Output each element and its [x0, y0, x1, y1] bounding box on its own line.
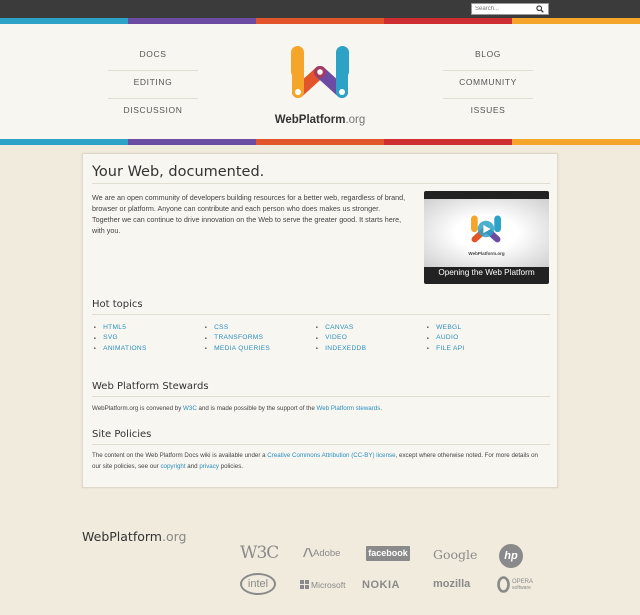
nav-editing[interactable]: EDITING [108, 71, 198, 99]
sponsor-adobe-logo[interactable]: Adobe [303, 548, 340, 559]
video-screen: WebPlatform.org [424, 199, 549, 267]
cc-license-link[interactable]: Creative Commons Attribution (CC-BY) lic… [267, 452, 395, 459]
brand-name[interactable]: WebPlatform.org [265, 114, 375, 126]
sponsor-facebook-logo[interactable]: facebook [366, 546, 410, 561]
sponsor-hp-logo[interactable]: hp [499, 544, 523, 568]
site-logo[interactable] [282, 42, 358, 106]
video-brand: WebPlatform.org [468, 251, 505, 256]
sponsor-google-logo[interactable]: Google [433, 547, 477, 562]
nav-discussion[interactable]: DISCUSSION [108, 99, 198, 127]
w3c-link[interactable]: W3C [183, 405, 197, 412]
sponsor-mozilla-logo[interactable]: mozilla [433, 578, 470, 590]
topic-link[interactable]: WEBGL [425, 322, 535, 333]
sponsor-nokia-logo[interactable]: NOKIA [362, 579, 400, 591]
policies-heading: Site Policies [92, 429, 152, 440]
adobe-icon [303, 548, 313, 557]
divider [92, 314, 550, 315]
nav-left: DOCS EDITING DISCUSSION [108, 43, 198, 127]
footer-brand[interactable]: WebPlatform.org [82, 529, 186, 544]
sponsor-intel-logo[interactable]: intel [240, 573, 276, 595]
search-icon [536, 5, 544, 13]
copyright-link[interactable]: copyright [160, 463, 185, 470]
stewards-link[interactable]: Web Platform stewards [316, 405, 380, 412]
video-logo-icon [471, 215, 501, 243]
color-stripe-bottom [0, 139, 640, 145]
topic-link[interactable]: ANIMATIONS [92, 343, 202, 354]
video-caption: Opening the Web Platform [438, 268, 535, 277]
opera-icon [497, 576, 510, 593]
topic-link[interactable]: HTML5 [92, 322, 202, 333]
stewards-text: WebPlatform.org is convened by W3C and i… [92, 405, 383, 412]
topic-link[interactable]: INDEXEDDB [314, 343, 424, 354]
search-box [471, 3, 549, 15]
topics-column-4: WEBGL AUDIO FILE API [425, 322, 535, 354]
nav-community[interactable]: COMMUNITY [443, 71, 533, 99]
topic-link[interactable]: AUDIO [425, 333, 535, 344]
intro-video[interactable]: WebPlatform.org Opening the Web Platform [424, 191, 549, 284]
divider [92, 183, 550, 184]
topic-link[interactable]: VIDEO [314, 333, 424, 344]
topic-link[interactable]: MEDIA QUERIES [203, 343, 313, 354]
topic-link[interactable]: SVG [92, 333, 202, 344]
webplatform-logo-icon [291, 46, 349, 98]
search-button[interactable] [534, 4, 546, 14]
topics-column-3: CANVAS VIDEO INDEXEDDB [314, 322, 424, 354]
intro-paragraph: We are an open community of developers b… [92, 193, 406, 235]
top-bar [0, 0, 640, 18]
nav-docs[interactable]: DOCS [108, 43, 198, 71]
site-header: DOCS EDITING DISCUSSION WebPlatform.org … [0, 24, 640, 139]
divider [92, 396, 550, 397]
topics-column-2: CSS TRANSFORMS MEDIA QUERIES [203, 322, 313, 354]
topic-link[interactable]: CSS [203, 322, 313, 333]
policies-text: The content on the Web Platform Docs wik… [92, 452, 538, 470]
sponsor-microsoft-logo[interactable]: Microsoft [300, 580, 345, 590]
hot-topics-heading: Hot topics [92, 299, 143, 310]
topics-column-1: HTML5 SVG ANIMATIONS [92, 322, 202, 354]
search-input[interactable] [472, 4, 534, 14]
privacy-link[interactable]: privacy [199, 463, 219, 470]
topic-link[interactable]: CANVAS [314, 322, 424, 333]
nav-blog[interactable]: BLOG [443, 43, 533, 71]
sponsor-w3c-logo[interactable]: W3C [240, 543, 279, 563]
sponsor-opera-logo[interactable]: OPERA software [497, 576, 533, 593]
nav-issues[interactable]: ISSUES [443, 99, 533, 127]
windows-icon [300, 580, 309, 589]
topic-link[interactable]: FILE API [425, 343, 535, 354]
page-title: Your Web, documented. [92, 164, 265, 180]
main-content: Your Web, documented. We are an open com… [82, 153, 558, 488]
stewards-heading: Web Platform Stewards [92, 381, 209, 392]
topic-link[interactable]: TRANSFORMS [203, 333, 313, 344]
divider [92, 444, 550, 445]
nav-right: BLOG COMMUNITY ISSUES [443, 43, 533, 127]
